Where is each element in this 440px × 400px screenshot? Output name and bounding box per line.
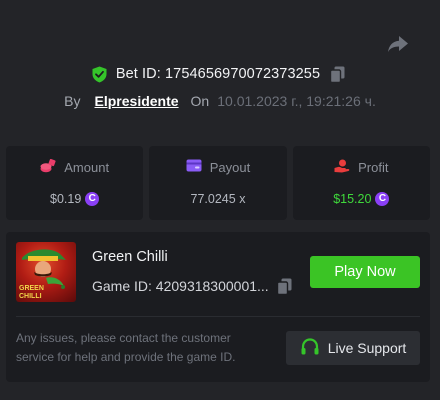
divider [16, 316, 420, 317]
game-panel: GREEN CHILLI Green Chilli Game ID: 42093… [6, 232, 430, 382]
stat-payout: Payout 77.0245 x [149, 146, 287, 220]
svg-text:CHILLI: CHILLI [19, 293, 42, 300]
payout-value: 77.0245 x [190, 192, 246, 206]
stat-amount: Amount $0.19 C [6, 146, 144, 220]
svg-text:GREEN: GREEN [19, 285, 44, 292]
bet-date: 10.01.2023 г., 19:21:26 ч. [217, 93, 376, 109]
live-support-label: Live Support [327, 340, 407, 356]
profit-value: $15.20 [333, 192, 372, 206]
coin-icon: C [85, 192, 100, 206]
play-now-button[interactable]: Play Now [310, 256, 420, 288]
copy-bet-id-icon[interactable] [330, 65, 348, 83]
game-id-row: Game ID: 4209318300001... [92, 277, 293, 295]
profit-label: Profit [358, 159, 389, 175]
share-button[interactable] [386, 33, 410, 55]
live-support-button[interactable]: Live Support [286, 331, 420, 365]
username-link[interactable]: Elpresidente [95, 93, 179, 109]
game-id: Game ID: 4209318300001... [92, 278, 269, 294]
amount-value: $0.19 [50, 192, 82, 206]
by-label: By [64, 93, 81, 109]
on-label: On [190, 93, 210, 109]
game-name: Green Chilli [92, 249, 168, 265]
coins-icon [40, 158, 56, 176]
bet-id: Bet ID: 1754656970072373255 [115, 66, 321, 82]
payout-label: Payout [209, 159, 251, 175]
verified-shield-icon [92, 65, 108, 83]
wallet-icon [186, 159, 202, 175]
bet-meta-row: By Elpresidente On 10.01.2023 г., 19:21:… [0, 91, 440, 111]
bet-stats: Amount $0.19 C Payout 77.0245 x Profit $… [6, 146, 430, 220]
game-thumbnail[interactable]: GREEN CHILLI [16, 242, 76, 302]
copy-game-id-icon[interactable] [276, 277, 293, 295]
support-message: Any issues, please contact the customer … [16, 331, 236, 364]
amount-label: Amount [64, 159, 110, 175]
hand-coin-icon [334, 159, 350, 176]
share-icon [388, 36, 408, 52]
bet-id-row: Bet ID: 1754656970072373255 [0, 64, 440, 84]
stat-profit: Profit $15.20 C [292, 146, 430, 220]
headset-icon [300, 337, 320, 359]
coin-icon: C [375, 192, 390, 206]
